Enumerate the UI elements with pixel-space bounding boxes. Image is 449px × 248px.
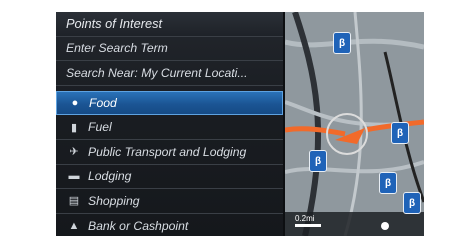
- public-transport-item[interactable]: ✈ Public Transport and Lodging: [56, 140, 283, 165]
- navigation-screen: Points of Interest Enter Search Term Sea…: [56, 12, 424, 236]
- bed-icon: ▬: [68, 170, 80, 183]
- bank-item[interactable]: ▲ Bank or Cashpoint: [56, 214, 283, 236]
- airplane-icon: ✈: [69, 146, 79, 159]
- food-poi-icon[interactable]: β: [403, 192, 421, 214]
- map-view[interactable]: β β β β β 0.2mi: [285, 12, 424, 236]
- search-near-item[interactable]: Search Near: My Current Locati...: [56, 61, 283, 86]
- food-poi-icon[interactable]: β: [309, 150, 327, 172]
- poi-menu: Points of Interest Enter Search Term Sea…: [56, 12, 283, 236]
- shopping-item[interactable]: ▤ Shopping: [56, 189, 283, 214]
- food-poi-icon[interactable]: β: [391, 122, 409, 144]
- lodging-item[interactable]: ▬ Lodging: [56, 165, 283, 190]
- food-icon: ●: [71, 97, 79, 110]
- cart-icon: ▤: [68, 195, 80, 208]
- bank-icon: ▲: [68, 220, 80, 233]
- map-scale: 0.2mi: [295, 214, 315, 223]
- menu-title: Points of Interest: [56, 12, 283, 37]
- food-item[interactable]: ● Food: [56, 90, 283, 116]
- enter-search-term-item[interactable]: Enter Search Term: [56, 37, 283, 62]
- fuel-icon: ▮: [70, 121, 78, 134]
- food-poi-icon[interactable]: β: [333, 32, 351, 54]
- fuel-item[interactable]: ▮ Fuel: [56, 115, 283, 140]
- food-poi-icon[interactable]: β: [379, 172, 397, 194]
